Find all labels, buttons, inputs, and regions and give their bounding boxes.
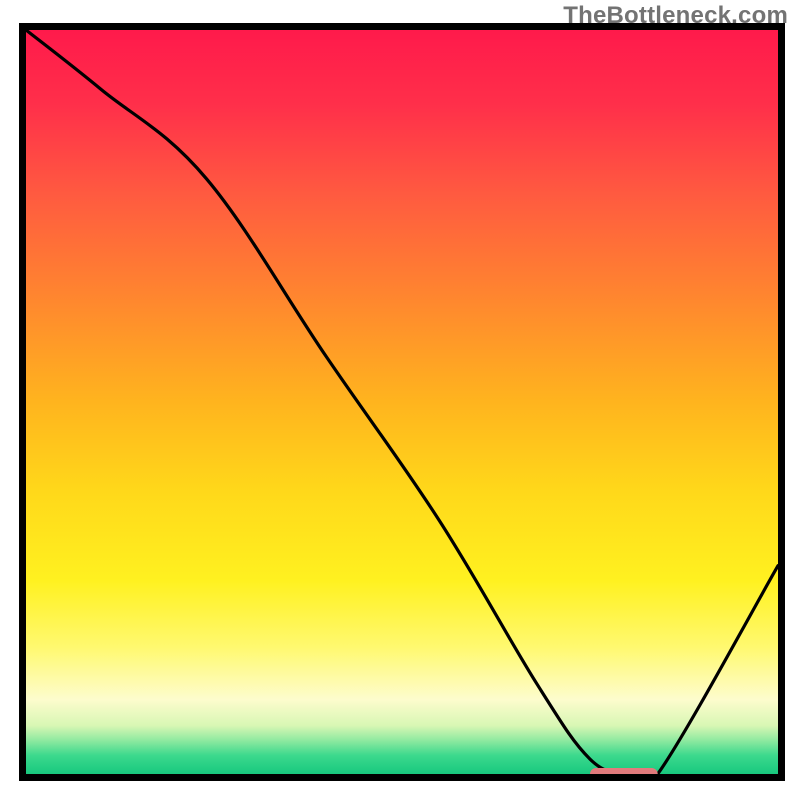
chart-stage: TheBottleneck.com <box>0 0 800 800</box>
watermark-text: TheBottleneck.com <box>563 2 788 30</box>
gradient-background <box>26 30 778 774</box>
bottleneck-chart <box>0 0 800 800</box>
